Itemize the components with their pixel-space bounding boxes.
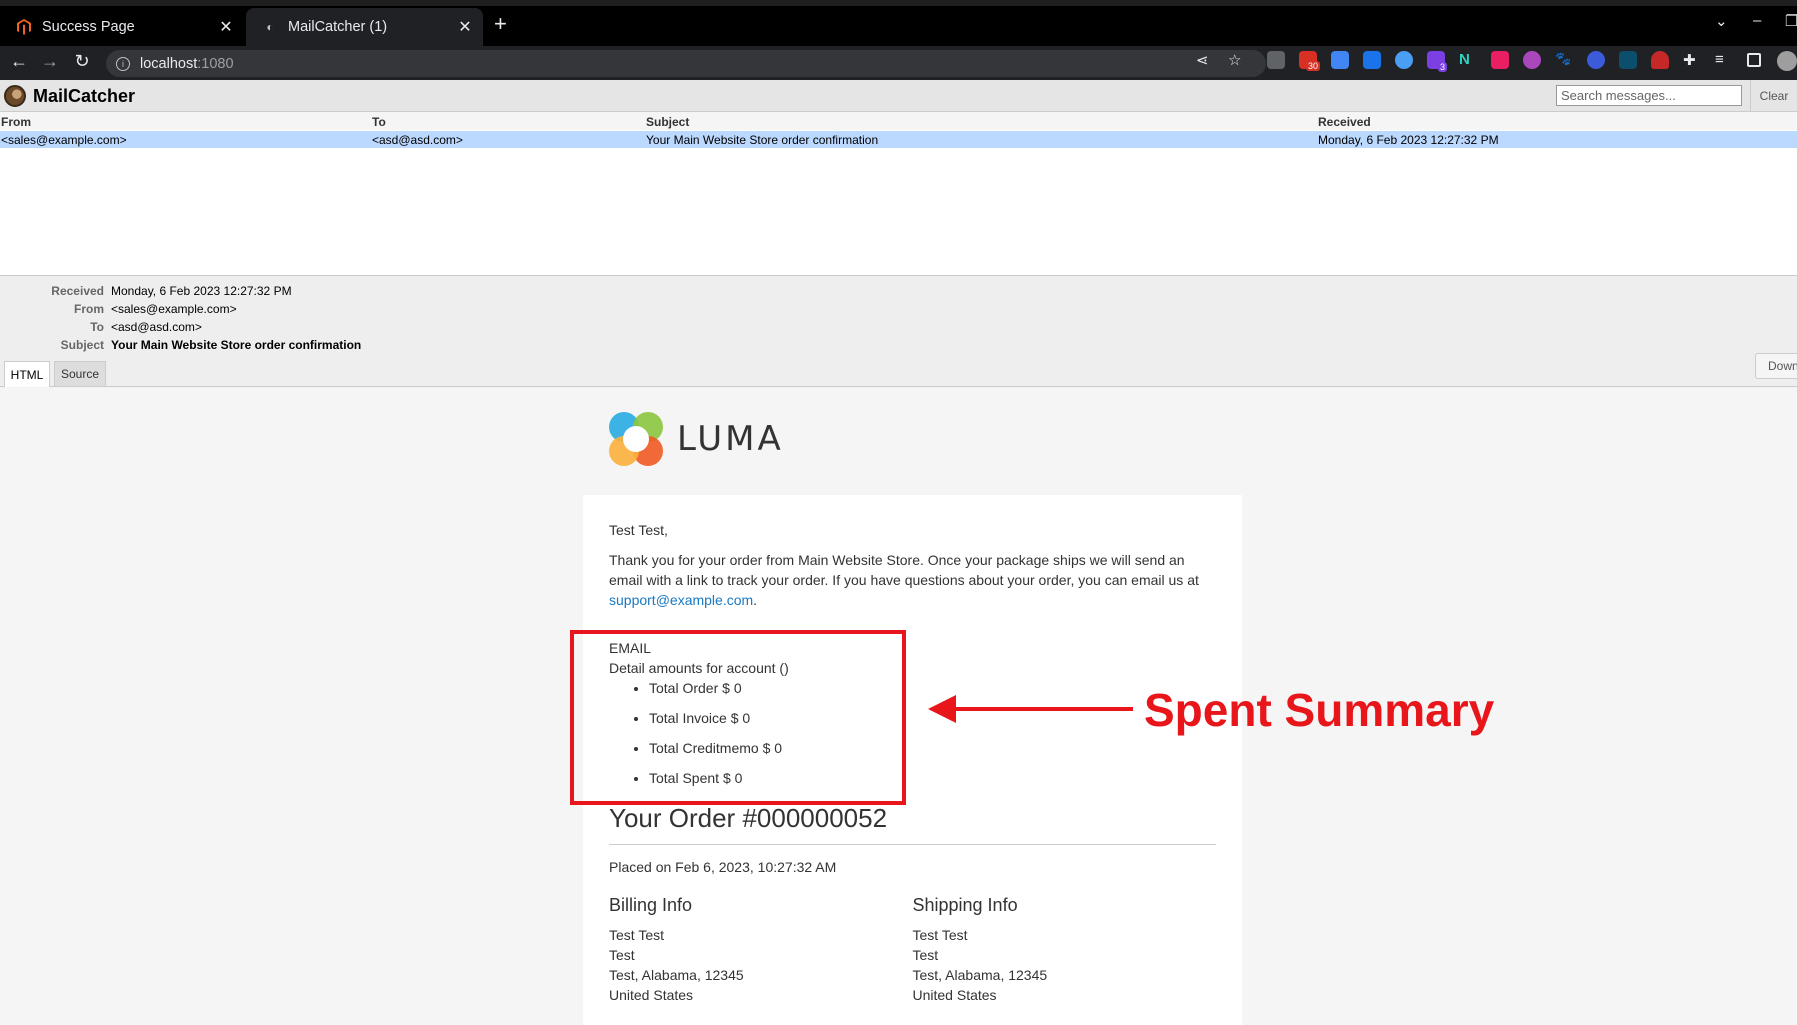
shipping-line: Test Test [912, 927, 968, 943]
meta-label: From [74, 302, 104, 316]
greeting: Test Test, [609, 522, 668, 538]
close-tab-icon[interactable]: ✕ [455, 17, 475, 37]
message-list: From To Subject Received <sales@example.… [0, 112, 1797, 276]
tab-title: Success Page [42, 19, 135, 35]
calendar-extension-icon[interactable] [1331, 51, 1349, 69]
extensions-puzzle-icon[interactable]: ✚ [1683, 51, 1701, 69]
message-subject: Your Main Website Store order confirmati… [646, 133, 879, 147]
notion-extension-icon[interactable] [1619, 51, 1637, 69]
tab-search-chevron-icon[interactable]: ⌄ [1715, 12, 1728, 30]
brand-wordmark: LUMA [677, 419, 784, 459]
grid-extension-icon[interactable] [1491, 51, 1509, 69]
message-row[interactable]: <sales@example.com> <asd@asd.com> Your M… [0, 131, 1797, 148]
translate-extension-icon[interactable] [1363, 51, 1381, 69]
meta-label: Subject [60, 338, 104, 352]
profile-avatar[interactable] [1777, 51, 1797, 71]
support-email-link[interactable]: support@example.com [609, 592, 753, 608]
close-tab-icon[interactable]: ✕ [216, 17, 236, 37]
meta-received: Received Monday, 6 Feb 2023 12:27:32 PM [0, 284, 600, 301]
forward-arrow-icon[interactable]: → [38, 51, 62, 72]
browser-tab-strip: Success Page ✕ ◐ MailCatcher (1) ✕ + ⌄ –… [0, 0, 1797, 46]
meta-value: <asd@asd.com> [111, 320, 202, 334]
meta-value: Your Main Website Store order confirmati… [111, 338, 362, 352]
message-from: <sales@example.com> [1, 133, 127, 147]
billing-line: Test [609, 947, 635, 963]
meta-value: <sales@example.com> [111, 302, 237, 316]
address-bar[interactable]: i localhost:1080 [106, 50, 1266, 77]
bookmark-star-icon[interactable]: ☆ [1228, 51, 1241, 69]
message-received: Monday, 6 Feb 2023 12:27:32 PM [1318, 133, 1499, 147]
bird-extension-icon[interactable] [1395, 51, 1413, 69]
tab-source[interactable]: Source [54, 361, 106, 386]
meta-label: Received [51, 284, 104, 298]
search-input[interactable] [1556, 85, 1742, 106]
billing-info: Billing Info Test Test Test Test, Alabam… [609, 895, 913, 1005]
tab-success-page[interactable]: Success Page ✕ [0, 8, 244, 46]
download-button[interactable]: Down [1755, 353, 1797, 379]
meta-value: Monday, 6 Feb 2023 12:27:32 PM [111, 284, 292, 298]
intro-end: . [753, 592, 758, 608]
globe-extension-icon[interactable] [1587, 51, 1605, 69]
meta-subject: Subject Your Main Website Store order co… [0, 338, 600, 355]
shipping-info: Shipping Info Test Test Test Test, Alaba… [913, 895, 1217, 1005]
order-title: Your Order #000000052 [609, 804, 1216, 845]
shipping-line: Test, Alabama, 12345 [912, 967, 1048, 983]
mail-badge: 30 [1306, 61, 1321, 71]
app-title: MailCatcher [33, 86, 136, 106]
annotation-label: Spent Summary [1144, 684, 1495, 736]
message-list-header: From To Subject Received [0, 112, 1797, 130]
magento-icon [16, 19, 32, 35]
url-host: localhost [140, 55, 198, 72]
share-icon[interactable]: ⋖ [1196, 51, 1209, 69]
mailcatcher-header: MailCatcher Clear [0, 80, 1797, 112]
order-placed-date: Placed on Feb 6, 2023, 10:27:32 AM [609, 859, 837, 875]
message-to: <asd@asd.com> [372, 133, 463, 147]
luma-mark-icon [609, 412, 663, 466]
tab-html[interactable]: HTML [4, 361, 50, 387]
url-port: :1080 [197, 55, 234, 72]
billing-line: Test, Alabama, 12345 [609, 967, 744, 983]
tab-mailcatcher[interactable]: ◐ MailCatcher (1) ✕ [246, 8, 483, 46]
luma-logo: LUMA [609, 412, 784, 466]
minimize-icon[interactable]: – [1753, 12, 1761, 29]
new-tab-button[interactable]: + [494, 11, 507, 37]
back-arrow-icon[interactable]: ← [7, 51, 31, 72]
column-received[interactable]: Received [1318, 115, 1371, 129]
extension-icon[interactable] [1267, 51, 1285, 69]
color-extension-icon[interactable] [1523, 51, 1541, 69]
mailcatcher-icon: ◐ [266, 20, 274, 34]
billing-heading: Billing Info [609, 895, 693, 915]
tab-strip-top-edge [0, 0, 1797, 6]
intro-text: Thank you for your order from Main Websi… [609, 552, 1199, 588]
tab-title: MailCatcher (1) [288, 19, 388, 35]
restore-icon[interactable]: ❐ [1785, 12, 1797, 30]
column-subject[interactable]: Subject [646, 115, 689, 129]
annotation-highlight-box [570, 630, 906, 805]
site-info-icon[interactable]: i [116, 56, 130, 71]
meta-label: To [90, 320, 104, 334]
clear-button[interactable]: Clear [1750, 80, 1797, 111]
puzzle-badge: 3 [1438, 62, 1448, 72]
paw-extension-icon[interactable]: 🐾 [1555, 51, 1573, 69]
side-panel-icon[interactable] [1747, 53, 1761, 67]
reload-icon[interactable]: ↻ [70, 51, 94, 72]
intro-paragraph: Thank you for your order from Main Websi… [609, 550, 1216, 610]
shipping-heading: Shipping Info [912, 895, 1018, 915]
meta-to: To <asd@asd.com> [0, 320, 600, 337]
column-from[interactable]: From [1, 115, 31, 129]
reading-list-icon[interactable]: ≡ [1715, 51, 1733, 69]
n-extension-icon[interactable]: N [1459, 51, 1477, 69]
pocket-extension-icon[interactable] [1651, 51, 1669, 69]
address-section: Billing Info Test Test Test Test, Alabam… [609, 895, 1216, 1005]
meta-from: From <sales@example.com> [0, 302, 600, 319]
billing-line: United States [609, 987, 694, 1003]
billing-line: Test Test [609, 927, 664, 943]
shipping-line: United States [912, 987, 997, 1003]
mailcatcher-logo-icon [4, 85, 26, 107]
shipping-line: Test [912, 947, 939, 963]
annotation-arrow-line [950, 707, 1133, 711]
column-to[interactable]: To [372, 115, 386, 129]
message-metadata: Received Monday, 6 Feb 2023 12:27:32 PM … [0, 276, 1797, 387]
